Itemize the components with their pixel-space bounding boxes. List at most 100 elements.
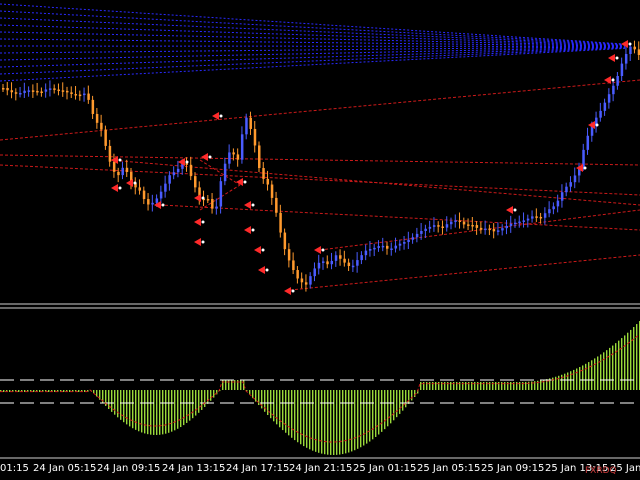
- candle-body: [492, 229, 496, 232]
- candle-body: [53, 88, 56, 90]
- histogram-bar: [612, 345, 614, 390]
- histogram-bar: [186, 390, 188, 423]
- candle-body: [61, 90, 65, 92]
- candle-body: [74, 94, 78, 96]
- histogram-bar: [576, 368, 578, 390]
- candle-body: [603, 102, 607, 111]
- histogram-bar: [366, 390, 368, 444]
- histogram-bar: [195, 390, 197, 416]
- resistance-line: [0, 38, 626, 47]
- resistance-lines: [0, 3, 626, 82]
- candle-body: [326, 261, 329, 265]
- support-line: [0, 154, 640, 166]
- candle-body: [317, 262, 321, 269]
- histogram-bar: [174, 390, 176, 431]
- support-line: [159, 204, 640, 231]
- histogram-bar: [252, 390, 254, 399]
- candle-body: [91, 99, 95, 114]
- candle-body: [484, 228, 487, 231]
- candle-body: [31, 90, 35, 92]
- candle-body: [223, 163, 227, 182]
- histogram-bar: [159, 390, 161, 435]
- histogram-bar: [192, 390, 194, 419]
- histogram-bar: [414, 390, 416, 397]
- candle-body: [189, 164, 193, 177]
- arrow-dot: [243, 180, 247, 184]
- histogram-bar: [138, 390, 140, 432]
- candle-body: [411, 237, 415, 240]
- histogram-bar: [198, 390, 200, 413]
- arrow-dot: [219, 114, 223, 118]
- histogram-bar: [189, 390, 191, 421]
- arrow-dot: [208, 155, 212, 159]
- candle-body: [390, 248, 393, 250]
- candle-body: [253, 128, 257, 146]
- histogram-bar: [123, 390, 125, 423]
- candle-body: [125, 167, 129, 172]
- candle-body: [398, 243, 402, 246]
- histogram-bar: [624, 335, 626, 390]
- arrow-dot: [201, 220, 205, 224]
- arrow-dot: [611, 78, 615, 82]
- histogram-bar: [255, 390, 257, 402]
- histogram-bar: [285, 390, 287, 433]
- histogram-bar: [621, 338, 623, 390]
- histogram-bar: [96, 390, 98, 397]
- arrow-marker: [194, 194, 201, 202]
- arrow-marker: [212, 112, 219, 120]
- histogram-bar: [294, 390, 296, 441]
- arrow-dot: [261, 248, 265, 252]
- candle-body: [147, 199, 150, 205]
- candle-body: [560, 192, 564, 201]
- candle-body: [368, 249, 372, 251]
- candle-body: [356, 260, 359, 266]
- histogram-bar: [351, 390, 353, 452]
- candle-body: [424, 228, 427, 232]
- candle-body: [240, 134, 244, 160]
- histogram-bar: [210, 390, 212, 401]
- arrow-dot: [291, 289, 295, 293]
- histogram-bar: [360, 390, 362, 448]
- histogram-bar: [300, 390, 302, 445]
- histogram-bar: [318, 390, 320, 453]
- histogram-bar: [420, 382, 422, 390]
- histogram-bar: [345, 390, 347, 454]
- candle-body: [219, 181, 223, 207]
- histogram-bar: [132, 390, 134, 429]
- arrow-dot: [118, 158, 122, 162]
- arrow-marker: [244, 226, 251, 234]
- candle-body: [78, 94, 82, 97]
- candle-body: [479, 227, 483, 230]
- histogram-bar: [144, 390, 146, 434]
- candle-body: [633, 46, 636, 50]
- histogram-bar: [330, 390, 332, 455]
- arrow-markers: [111, 40, 632, 295]
- histogram-bar: [204, 390, 206, 407]
- candle-body: [518, 221, 521, 224]
- histogram-bar: [630, 329, 632, 390]
- histogram-bar: [324, 390, 326, 455]
- candle-body: [14, 92, 18, 94]
- histogram-bar: [357, 390, 359, 449]
- candle-body: [27, 90, 31, 92]
- time-axis-label: 24 Jan 17:15: [226, 463, 290, 474]
- histogram-bar: [354, 390, 356, 451]
- histogram-bar: [120, 390, 122, 420]
- resistance-line: [0, 31, 626, 47]
- candle-body: [420, 231, 423, 234]
- support-lines: [0, 79, 640, 291]
- histogram-bar: [240, 380, 242, 390]
- candle-body: [164, 183, 167, 192]
- arrow-dot: [161, 203, 165, 207]
- candle-body: [215, 206, 218, 209]
- candle-body: [44, 89, 48, 92]
- candle-body: [292, 260, 295, 271]
- watermark-logo: FXRDQ: [585, 466, 617, 476]
- candle-body: [373, 247, 376, 250]
- candle-body: [279, 212, 282, 233]
- histogram-bar: [402, 390, 404, 411]
- candle-body: [40, 91, 43, 94]
- candle-body: [548, 209, 551, 214]
- candle-body: [100, 122, 103, 130]
- time-axis-label: 24 Jan 09:15: [97, 463, 161, 474]
